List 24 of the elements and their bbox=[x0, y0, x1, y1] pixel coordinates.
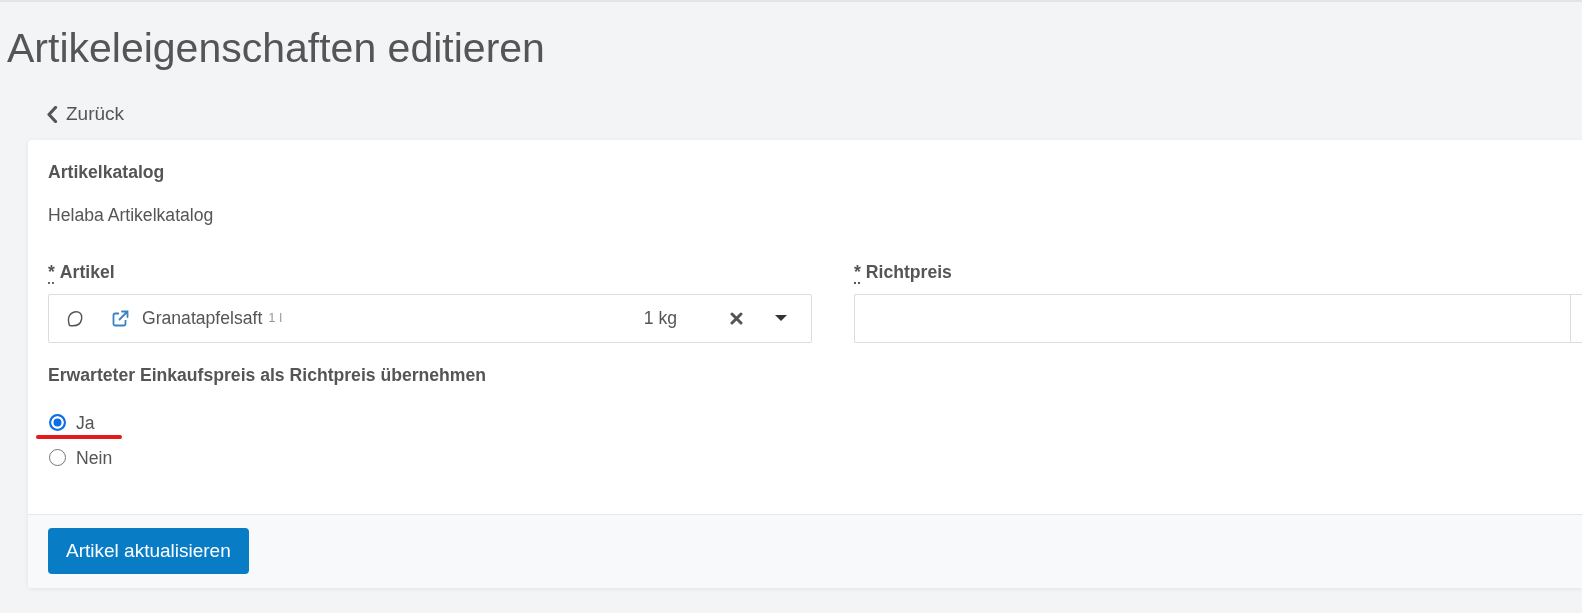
unit-note: 1 l bbox=[268, 309, 283, 327]
page-title: Artikeleigenschaften editieren bbox=[7, 24, 545, 72]
chevron-left-icon bbox=[46, 105, 58, 123]
item-quantity: 1 kg bbox=[643, 307, 677, 329]
external-link-icon[interactable] bbox=[112, 309, 129, 327]
section-label: Artikelkatalog bbox=[48, 160, 165, 183]
radio-button[interactable] bbox=[49, 449, 66, 466]
article-select-field[interactable]: Granatapfelsaft 1 l 1 kg bbox=[48, 293, 812, 343]
back-link[interactable]: Zurück bbox=[46, 103, 125, 125]
clear-icon[interactable] bbox=[730, 311, 743, 325]
catalog-name: Helaba Artikelkatalog bbox=[48, 203, 214, 226]
item-name: Granatapfelsaft bbox=[142, 307, 263, 329]
question-label: Erwarteter Einkaufspreis als Richtpreis übernehmen bbox=[48, 364, 487, 385]
field-label: Richtpreis bbox=[865, 260, 952, 283]
option-label[interactable]: Nein bbox=[76, 446, 113, 469]
caret-icon[interactable] bbox=[775, 315, 787, 321]
update-button[interactable]: Artikel aktualisieren bbox=[48, 527, 249, 574]
required-mark: * bbox=[854, 260, 861, 283]
required-mark: * bbox=[48, 260, 55, 283]
leaf-icon bbox=[66, 309, 83, 327]
price-input-field[interactable] bbox=[854, 293, 1582, 343]
radio-button[interactable] bbox=[49, 414, 66, 431]
field-label: Artikel bbox=[59, 260, 115, 283]
option-label[interactable]: Ja bbox=[76, 411, 95, 434]
